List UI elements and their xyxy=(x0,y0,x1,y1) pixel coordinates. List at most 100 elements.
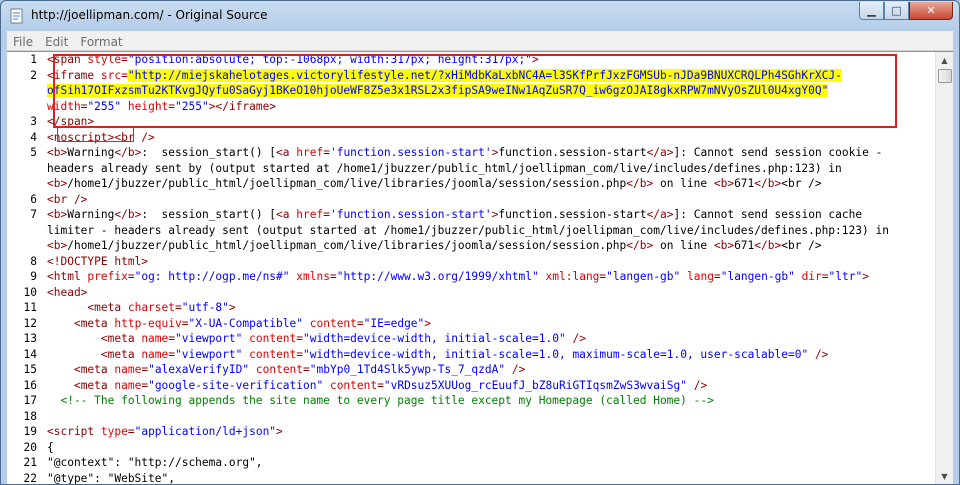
code-token: "http://www.w3.org/1999/xhtml" xyxy=(336,270,539,283)
code-token: dir xyxy=(801,270,822,283)
maximize-icon: □ xyxy=(891,4,902,17)
code-token: content xyxy=(249,347,297,361)
code-token: headers already sent by (output started … xyxy=(47,161,842,175)
menu-format[interactable]: Format xyxy=(74,33,128,49)
code-token: = xyxy=(303,363,310,376)
code-token: "@type": "WebSite", xyxy=(47,471,175,485)
code-token: </b> xyxy=(626,239,654,252)
code-token: > xyxy=(532,53,539,66)
document-icon xyxy=(10,8,23,24)
line-number xyxy=(7,238,47,254)
code-token: <html xyxy=(47,270,88,283)
code-token: http-equiv xyxy=(114,316,182,330)
source-line: 18 xyxy=(7,409,935,425)
source-line: 1 <span style="position:absolute; top:-10… xyxy=(7,52,935,68)
minimize-button[interactable]: ▁ xyxy=(859,2,884,20)
code-token: "viewport" xyxy=(175,332,243,345)
code-token: /home1/jbuzzer/public_html/joellipman_co… xyxy=(67,177,627,190)
arrow-down-icon: ▼ xyxy=(941,472,948,481)
code-token: <iframe xyxy=(47,68,101,82)
source-line: 21 "@context": "http://schema.org", xyxy=(7,455,935,471)
code-token: ]: Cannot send session cookie - xyxy=(673,146,883,159)
code-token: = xyxy=(821,270,829,283)
line-text: <meta name="alexaVerifyID" content="mbYp… xyxy=(47,362,525,378)
code-token: </b> xyxy=(114,208,142,221)
code-token: "255" xyxy=(175,99,209,113)
code-token: </a> xyxy=(646,146,674,159)
code-token: <noscript> xyxy=(47,130,115,144)
code-token: "langen-gb" xyxy=(720,270,795,283)
vertical-scrollbar[interactable]: ▲ ▼ xyxy=(935,52,953,484)
code-token: <meta xyxy=(87,301,128,314)
code-token: = xyxy=(168,332,176,345)
code-token: 'function.session-start' xyxy=(329,208,492,221)
code-token: href xyxy=(296,208,324,221)
source-code[interactable]: 1 <span style="position:absolute; top:-10… xyxy=(7,52,935,485)
code-token: "IE=edge" xyxy=(363,316,425,330)
code-token: <b> xyxy=(47,146,68,159)
line-number: 3 xyxy=(30,115,37,128)
code-token: = xyxy=(168,347,176,361)
code-token: > xyxy=(862,270,869,283)
close-button[interactable]: ✕ xyxy=(909,2,953,20)
code-token: "position:absolute; top:-1068px; width:3… xyxy=(127,53,532,66)
code-token: content xyxy=(249,332,297,345)
caption-buttons: ▁ □ ✕ xyxy=(859,2,953,21)
code-token: = xyxy=(356,316,364,330)
code-token: type xyxy=(100,425,128,438)
line-text: <!-- The following appends the site name… xyxy=(47,393,714,409)
code-token: charset xyxy=(127,301,175,314)
source-content[interactable]: 1 <span style="position:absolute; top:-10… xyxy=(7,51,953,485)
scroll-up-button[interactable]: ▲ xyxy=(936,52,953,69)
code-token: = xyxy=(329,270,337,283)
scroll-down-button[interactable]: ▼ xyxy=(936,468,953,484)
code-token: on line xyxy=(653,177,714,190)
maximize-button[interactable]: □ xyxy=(884,2,909,20)
code-token: > xyxy=(228,301,236,314)
code-token: <meta xyxy=(73,316,115,330)
line-number: 8 xyxy=(30,254,37,268)
menu-file[interactable]: File xyxy=(7,33,39,49)
line-text: <b>Warning</b>: session_start() [<a href… xyxy=(47,145,882,161)
source-line: 9 <html prefix="og: http://ogp.me/ns#" xm… xyxy=(7,269,935,285)
code-token: <!-- The following appends the site name… xyxy=(60,394,714,407)
source-viewer-window: http://joellipman.com/ - Original Source… xyxy=(0,0,960,485)
line-text: <meta http-equiv = "X-UA-Compatible" conte… xyxy=(47,316,431,332)
source-line: 5 <b>Warning</b>: session_start() [<a hre… xyxy=(7,145,935,161)
line-text: width="255" height="255"></iframe> xyxy=(47,99,276,115)
source-line: <b>/home1/jbuzzer/public_html/joellipman… xyxy=(7,238,935,254)
title-bar[interactable]: http://joellipman.com/ - Original Source… xyxy=(1,1,959,31)
code-token: <script xyxy=(47,425,101,438)
code-token: content xyxy=(255,363,304,376)
code-token: </b> xyxy=(754,177,782,190)
code-token: <meta xyxy=(100,332,142,345)
code-token: "http://miejskahelotages.victorylifestyl… xyxy=(127,68,842,82)
code-token: content xyxy=(329,378,378,392)
code-token: Warning xyxy=(67,146,115,159)
code-token: /home1/jbuzzer/public_html/joellipman_co… xyxy=(67,239,627,252)
menu-edit[interactable]: Edit xyxy=(39,33,74,49)
scroll-thumb[interactable] xyxy=(938,69,952,83)
source-line: headers already sent by (output started … xyxy=(7,161,935,177)
code-token: </b> xyxy=(626,177,654,190)
code-token: function.session-start xyxy=(498,208,647,221)
code-token: <meta xyxy=(73,363,115,376)
code-token: = xyxy=(323,146,330,159)
code-token: { xyxy=(47,440,54,454)
code-token: ></iframe> xyxy=(208,99,277,113)
code-token: </a> xyxy=(646,208,674,221)
source-line: width="255" height="255"></iframe> xyxy=(7,99,935,115)
source-line: 7 <b>Warning</b>: session_start() [<a hre… xyxy=(7,207,935,223)
code-token: name xyxy=(141,347,169,361)
line-number: 9 xyxy=(30,270,37,283)
line-text: "@context": "http://schema.org", xyxy=(47,455,263,471)
source-line: limiter - headers already sent (output s… xyxy=(7,223,935,239)
line-text: <b>/home1/jbuzzer/public_html/joellipman… xyxy=(47,238,822,254)
code-token: = xyxy=(121,53,128,66)
code-token: function.session-start xyxy=(498,146,647,159)
